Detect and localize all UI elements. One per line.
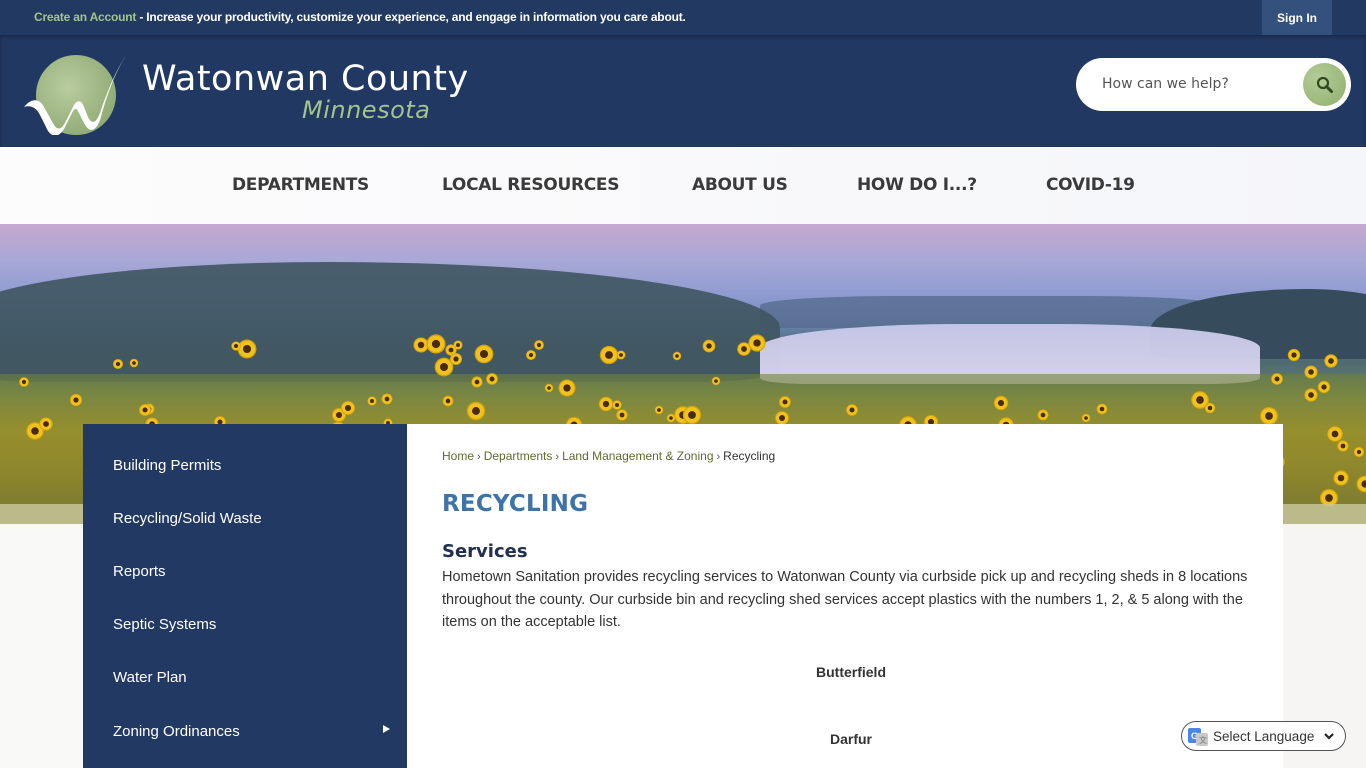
breadcrumb-departments[interactable]: Departments [484,449,553,463]
hero-flower [1321,489,1337,506]
sidebar-item-building-permits[interactable]: Building Permits [113,457,221,474]
top-utility-bar: Create an Account - Increase your produc… [0,0,1366,35]
page-title: RECYCLING [442,491,589,517]
sidebar-item-septic-systems[interactable]: Septic Systems [113,616,216,633]
main-content: Home › Departments › Land Management & Zonin… [407,424,1283,768]
sidebar-item-water-plan[interactable]: Water Plan [113,669,187,686]
services-description: Hometown Sanitation provides recycling s… [442,569,1248,630]
hero-flower [1325,354,1337,367]
hero-flower [450,353,461,365]
hero-flower [1037,410,1048,420]
google-translate-icon: G 文 [1188,728,1208,746]
breadcrumb-land-management[interactable]: Land Management & Zoning [562,449,713,463]
site-header: Watonwan County Minnesota [0,35,1366,147]
search-icon [1316,76,1333,93]
hero-flower [238,340,255,357]
language-select-label: Select Language [1213,729,1315,744]
account-promo: Create an Account - Increase your produc… [34,10,686,24]
site-title[interactable]: Watonwan County [142,59,469,99]
breadcrumb-separator: › [477,451,481,463]
search-input[interactable] [1102,72,1292,96]
breadcrumb-separator: › [555,451,560,463]
svg-text:文: 文 [1199,735,1207,745]
hero-flower [382,393,392,404]
main-navigation: DEPARTMENTS LOCAL RESOURCES ABOUT US HOW… [0,147,1366,224]
hero-flower [443,396,453,406]
county-logo-icon[interactable] [22,49,132,135]
hero-flower [749,335,764,351]
hero-flower [1328,427,1342,442]
hero-flower [1354,447,1364,457]
breadcrumb-home[interactable]: Home [442,449,474,463]
nav-item-departments[interactable]: DEPARTMENTS [232,175,369,195]
nav-item-how-do-i[interactable]: HOW DO I...? [857,175,977,195]
hero-flower [1082,414,1090,422]
hero-flower [1318,381,1330,393]
sidebar-menu: Building Permits Recycling/Solid Waste R… [83,424,407,768]
hero-flower [1205,403,1215,413]
language-select[interactable]: G 文 Select Language [1181,721,1346,751]
hero-flower [779,397,790,408]
hero-flower [1272,373,1283,384]
hero-flower [738,343,750,355]
site-subtitle: Minnesota [302,96,431,124]
location-darfur: Darfur [829,731,872,747]
sign-in-button[interactable]: Sign In [1262,0,1332,35]
nav-item-local-resources[interactable]: LOCAL RESOURCES [442,175,620,195]
nav-item-about-us[interactable]: ABOUT US [692,175,788,195]
hero-flower [526,350,536,360]
hero-flower [712,376,720,385]
hero-flower [847,404,858,415]
hero-flower [427,335,445,352]
search-box [1076,58,1351,111]
breadcrumb-current: Recycling [723,449,776,463]
breadcrumb-separator: › [716,451,721,463]
create-account-link[interactable]: Create an Account [34,10,136,24]
hero-flower [486,374,497,385]
hero-flower [1337,441,1348,451]
sidebar-item-zoning-ordinances[interactable]: Zoning Ordinances [113,723,240,740]
hero-flower [613,400,622,409]
hero-flower [600,346,617,363]
nav-item-covid-19[interactable]: COVID-19 [1046,175,1135,195]
hero-flower [476,345,493,362]
breadcrumb: Home › Departments › Land Management & Zonin… [442,449,775,463]
sidebar-item-reports[interactable]: Reports [113,563,166,580]
hero-flower [1305,389,1317,401]
section-title: Services [442,541,528,562]
promo-text: - Increase your productivity, customize … [136,10,686,24]
hero-flower [673,352,681,360]
hero-flower [471,377,482,387]
hero-flower [468,403,485,419]
hero-flower [39,418,52,431]
chevron-down-icon [1324,733,1334,740]
submenu-arrow-icon[interactable] [383,725,390,733]
location-butterfield: Butterfield [816,664,886,680]
search-button[interactable] [1303,63,1346,106]
hero-flower [703,340,715,352]
hero-flower [616,409,627,420]
hero-flower [70,394,81,406]
sidebar-item-recycling-solid-waste[interactable]: Recycling/Solid Waste [113,510,262,527]
